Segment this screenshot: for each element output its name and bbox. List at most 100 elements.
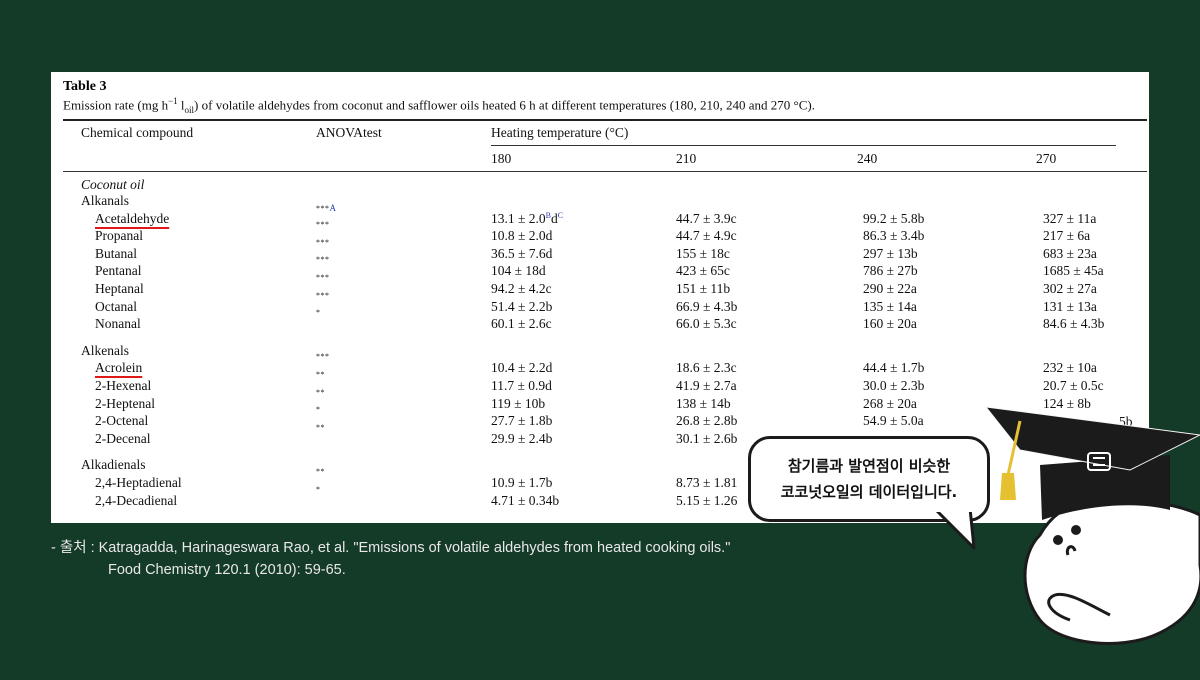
value-cell: 423 ± 65c: [676, 263, 730, 279]
value-cell: 5.15 ± 1.26: [676, 492, 738, 508]
value-cell: 41.9 ± 2.7a: [676, 378, 737, 393]
compound-name: Pentanal: [95, 263, 142, 279]
compound-name: Heptanal: [95, 281, 144, 296]
compound-name: 2,4-Decadienal: [95, 492, 178, 508]
table-caption: Emission rate (mg h−1 loil) of volatile …: [63, 96, 815, 115]
anova-significance: **: [316, 387, 325, 397]
value-cell: 86.3 ± 3.4b: [863, 228, 925, 244]
anova-significance: ***A: [316, 202, 337, 213]
value-cell: 10.8 ± 2.0d: [491, 228, 553, 244]
bubble-line-2: 코코넛오일의 데이터입니다.: [780, 483, 958, 501]
value-cell: 51.4 ± 2.2b: [491, 298, 553, 314]
header-compound: Chemical compound: [81, 125, 194, 140]
header-subrule: [491, 145, 1116, 146]
value-cell: 268 ± 20a: [863, 395, 917, 411]
anova-significance: *: [316, 484, 321, 494]
value-cell: 4.71 ± 0.34b: [491, 492, 560, 508]
anova-significance: **: [316, 467, 325, 476]
anova-significance: **: [316, 422, 325, 432]
header-anova: ANOVAtest: [316, 125, 382, 140]
compound-name: 2,4-Heptadienal: [95, 475, 182, 490]
source-line-1: Katragadda, Harinageswara Rao, et al. "E…: [98, 540, 731, 556]
value-cell: 786 ± 27b: [863, 263, 918, 279]
header-temp-210: 210: [676, 151, 697, 166]
value-cell: 84.6 ± 4.3b: [1043, 316, 1105, 332]
value-cell: 232 ± 10a: [1043, 360, 1097, 376]
compound-name: Propanal: [95, 228, 143, 244]
header-temp-180: 180: [491, 151, 512, 166]
value-cell: 27.7 ± 1.8b: [491, 413, 553, 429]
compound-name: 2-Heptenal: [95, 395, 155, 411]
value-cell: 151 ± 11b: [676, 281, 731, 296]
anova-significance: ***: [316, 237, 330, 247]
value-cell: 66.0 ± 5.3c: [676, 316, 737, 332]
value-cell: 135 ± 14a: [863, 298, 917, 314]
value-cell: 13.1 ± 2.0BdC: [491, 210, 564, 226]
compound-name: Acetaldehyde: [95, 210, 170, 226]
value-cell: 99.2 ± 5.8b: [863, 210, 925, 226]
compound-name: 2-Decenal: [95, 430, 151, 446]
value-cell: 104 ± 18d: [491, 263, 546, 279]
table-label: Table 3: [63, 79, 107, 94]
value-cell: 1685 ± 45a: [1043, 263, 1104, 279]
group-label: Alkadienals: [81, 457, 146, 473]
value-cell: 131 ± 13a: [1043, 298, 1097, 314]
compound-name: Octanal: [95, 298, 137, 314]
anova-significance: *: [316, 405, 321, 415]
bubble-line-1: 참기름과 발연점이 비슷한: [787, 457, 951, 475]
value-cell: 44.7 ± 4.9c: [676, 228, 737, 244]
speech-bubble-tail: [932, 508, 976, 550]
value-cell: 60.1 ± 2.6c: [491, 316, 552, 332]
table-top-rule: [63, 119, 1147, 121]
anova-significance: ***: [316, 220, 330, 230]
value-cell: 10.4 ± 2.2d: [491, 360, 553, 376]
header-heating: Heating temperature (°C): [491, 125, 629, 140]
value-cell: 138 ± 14b: [676, 395, 731, 411]
value-cell: 44.7 ± 3.9c: [676, 210, 737, 226]
anova-significance: **: [316, 370, 325, 379]
group-label: Alkanals: [81, 193, 129, 208]
value-cell: 18.6 ± 2.3c: [676, 360, 737, 376]
value-cell: 297 ± 13b: [863, 245, 918, 261]
anova-significance: *: [316, 308, 321, 318]
value-cell: 683 ± 23a: [1043, 245, 1097, 261]
anova-significance: ***: [316, 273, 330, 282]
header-bottom-rule: [63, 171, 1147, 172]
anova-significance: ***: [316, 352, 330, 362]
value-cell: 119 ± 10b: [491, 395, 546, 411]
value-cell: 36.5 ± 7.6d: [491, 245, 553, 261]
compound-name: Acrolein: [95, 360, 143, 376]
group-label: Alkenals: [81, 342, 129, 358]
source-prefix: - 출처 :: [51, 540, 95, 556]
value-cell: 10.9 ± 1.7b: [491, 475, 553, 490]
compound-name: 2-Hexenal: [95, 378, 152, 393]
anova-significance: ***: [316, 290, 330, 300]
value-cell: 66.9 ± 4.3b: [676, 298, 738, 314]
value-cell: 30.0 ± 2.3b: [863, 378, 925, 393]
oil-label: Coconut oil: [81, 177, 145, 192]
source-line-2: Food Chemistry 120.1 (2010): 59-65.: [108, 562, 346, 578]
compound-name: Nonanal: [95, 316, 141, 332]
value-cell: 20.7 ± 0.5c: [1043, 378, 1104, 393]
value-cell: 94.2 ± 4.2c: [491, 281, 552, 296]
value-cell: 11.7 ± 0.9d: [491, 378, 552, 393]
compound-name: Butanal: [95, 245, 137, 261]
value-cell: 26.8 ± 2.8b: [676, 413, 738, 429]
graduate-mascot: [980, 395, 1200, 680]
value-cell: 302 ± 27a: [1043, 281, 1097, 296]
value-cell: 30.1 ± 2.6b: [676, 430, 738, 446]
source-citation: - 출처 : Katragadda, Harinageswara Rao, et…: [51, 537, 730, 581]
anova-significance: ***: [316, 255, 330, 265]
value-cell: 29.9 ± 2.4b: [491, 430, 553, 446]
value-cell: 54.9 ± 5.0a: [863, 413, 924, 429]
header-temp-270: 270: [1036, 151, 1057, 166]
value-cell: 44.4 ± 1.7b: [863, 360, 925, 376]
value-cell: 155 ± 18c: [676, 245, 730, 261]
value-cell: 8.73 ± 1.81: [676, 475, 738, 490]
value-cell: 327 ± 11a: [1043, 210, 1097, 226]
header-temp-240: 240: [857, 151, 878, 166]
compound-name: 2-Octenal: [95, 413, 149, 429]
value-cell: 217 ± 6a: [1043, 228, 1091, 244]
value-cell: 160 ± 20a: [863, 316, 917, 332]
value-cell: 290 ± 22a: [863, 281, 917, 296]
